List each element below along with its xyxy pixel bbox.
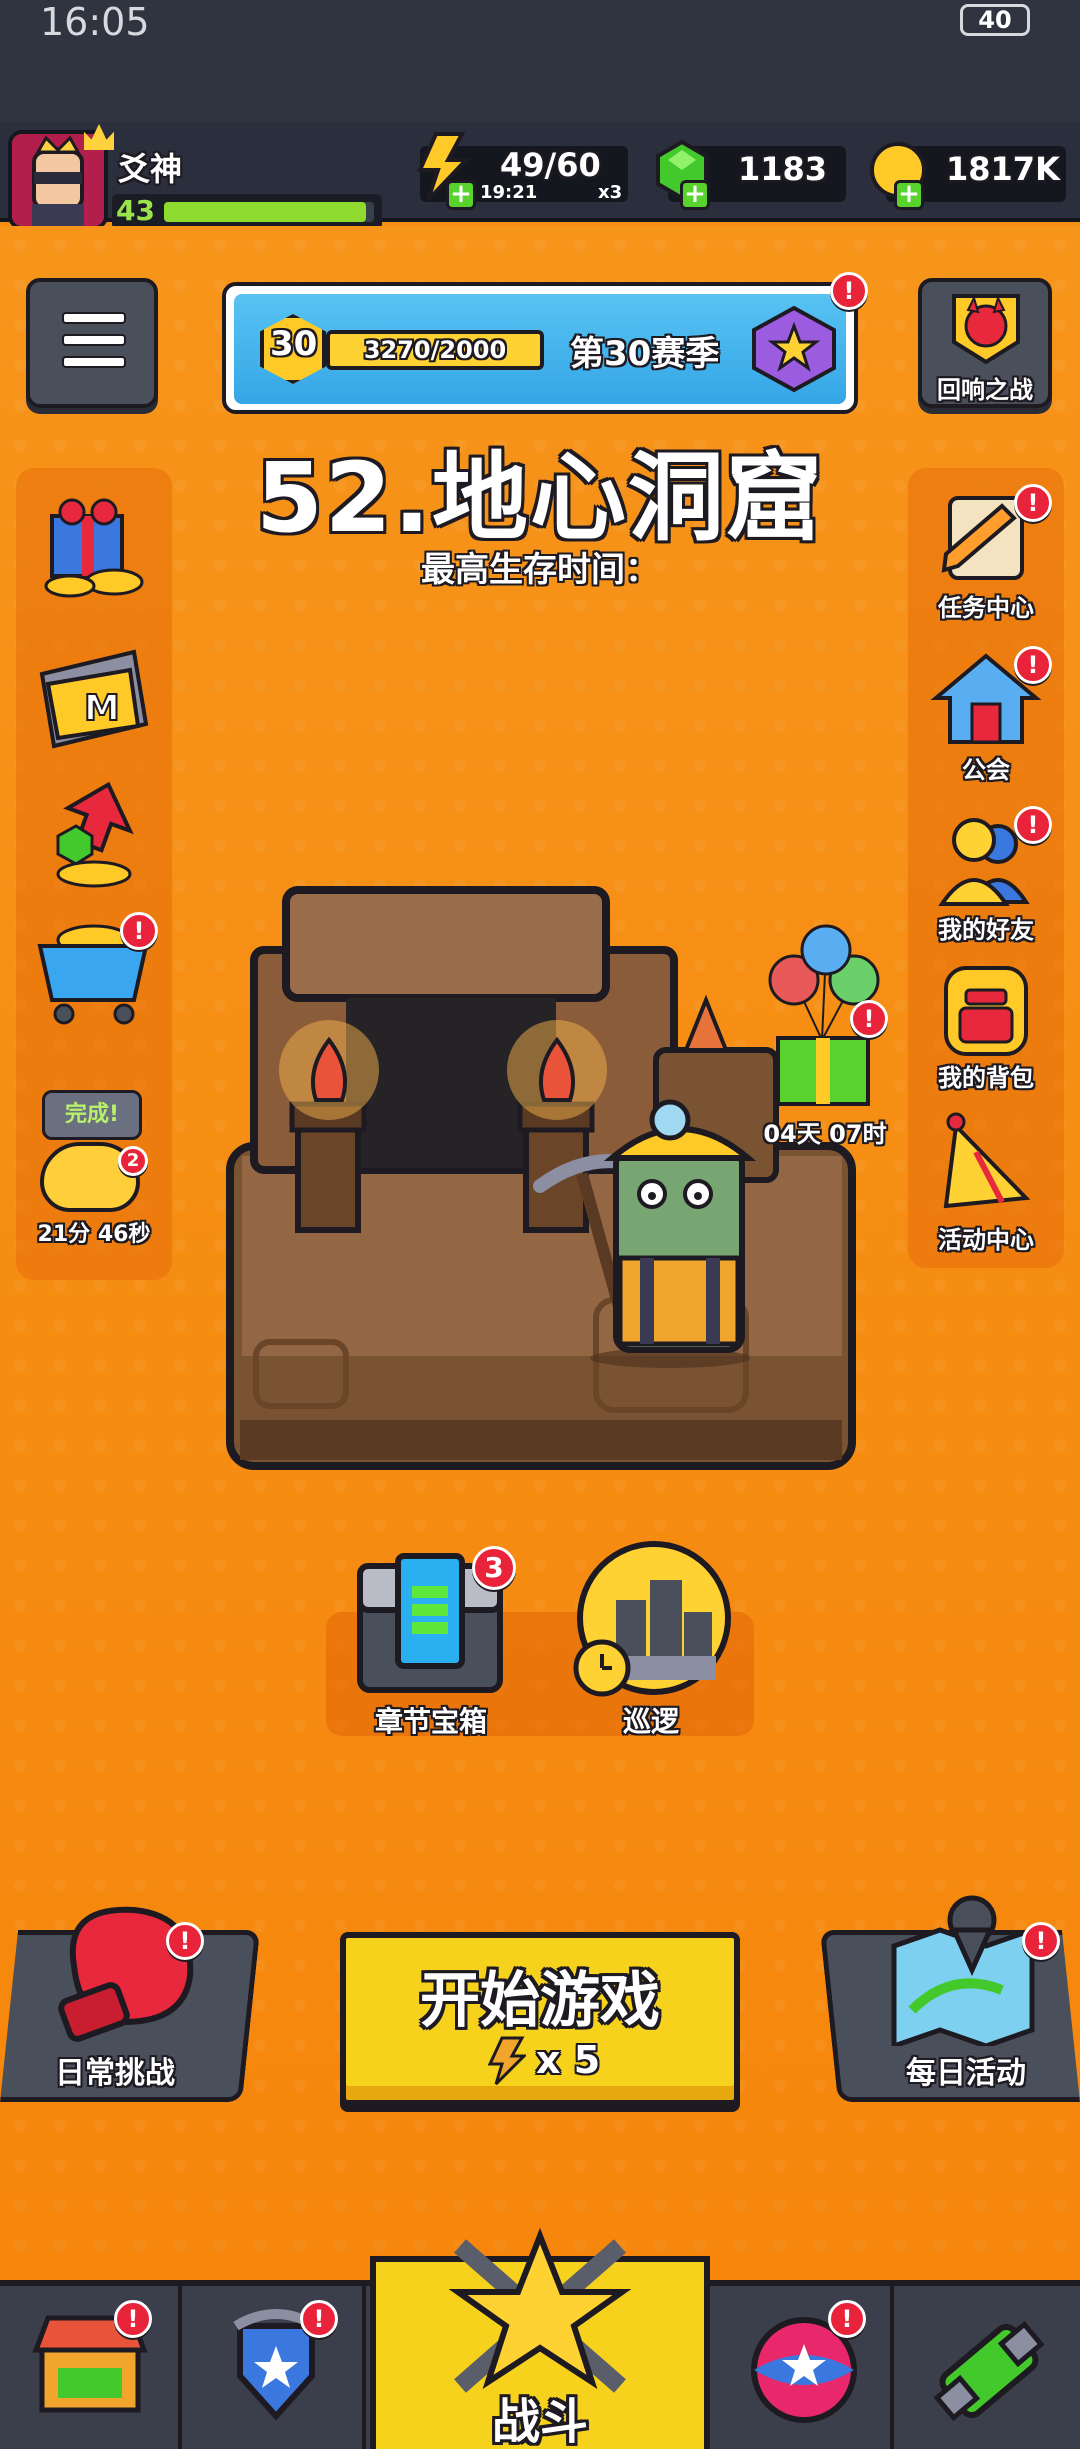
season-level: 30: [270, 324, 318, 364]
nav-gene-tab[interactable]: [898, 2286, 1080, 2449]
nav-shop-badge: !: [114, 2300, 152, 2338]
season-banner[interactable]: 30 3270/2000 第30赛季 !: [222, 272, 868, 414]
map-icon: [882, 1890, 1042, 2050]
backpack-button[interactable]: 我的背包: [926, 954, 1046, 1092]
nav-equipment-badge: !: [300, 2300, 338, 2338]
status-bar: 16:05 40: [0, 0, 1080, 122]
start-game-button[interactable]: 开始游戏 x 5: [340, 1932, 740, 2106]
start-game-cost: x 5: [536, 2038, 601, 2082]
season-rank-icon: [750, 304, 838, 394]
xp-bar: [164, 202, 374, 222]
chapter-chest-label: 章节宝箱: [374, 1705, 487, 1738]
season-alert-badge: !: [830, 272, 868, 310]
shop-cart-badge: !: [120, 912, 158, 950]
patrol-label: 巡逻: [622, 1705, 679, 1738]
boxing-glove-icon: [44, 1896, 204, 2046]
growth-fund-button[interactable]: [34, 774, 154, 894]
nav-battle-tab[interactable]: 战斗: [370, 2227, 710, 2449]
guild-badge: !: [1014, 646, 1052, 684]
add-gems-icon[interactable]: +: [680, 180, 710, 210]
balloon-gift-button[interactable]: ! 04天 07时: [750, 920, 900, 1150]
backpack-label: 我的背包: [938, 1064, 1034, 1092]
season-progress-text: 3270/2000: [363, 336, 507, 364]
crown-icon: [84, 124, 114, 150]
monthly-card-button[interactable]: M: [34, 640, 154, 760]
piggy-badge: 2: [118, 1146, 148, 1176]
event-center-button[interactable]: 活动中心: [926, 1106, 1046, 1254]
bottom-nav: ! ! 战斗 !: [0, 2227, 1080, 2449]
add-coins-icon[interactable]: +: [894, 180, 924, 210]
nav-talent-tab[interactable]: !: [714, 2286, 894, 2449]
start-lightning-icon: [486, 2036, 528, 2086]
gems-value: 1183: [738, 150, 828, 188]
energy-value: 49/60: [500, 146, 601, 184]
season-progress-bar: 3270/2000: [326, 330, 544, 370]
xp-bar-fill: [164, 202, 366, 222]
menu-icon: [62, 312, 126, 376]
start-game-label: 开始游戏: [420, 1966, 660, 2036]
piggy-bubble-text: 完成!: [64, 1102, 120, 1127]
echo-battle-button[interactable]: 回响之战: [918, 278, 1052, 408]
player-name: 爻神: [118, 150, 183, 188]
gene-capsule-icon: [933, 2320, 1045, 2422]
daily-activity-label: 每日活动: [906, 2056, 1026, 2091]
balloon-gift-badge: !: [850, 1000, 888, 1038]
gift-pack-button[interactable]: [34, 486, 154, 606]
quest-center-button[interactable]: 任务中心 !: [926, 484, 1052, 622]
nav-talent-badge: !: [828, 2300, 866, 2338]
quest-center-label: 任务中心: [938, 594, 1034, 622]
add-energy-icon[interactable]: +: [446, 180, 476, 210]
patrol-button[interactable]: 巡逻: [566, 1540, 736, 1738]
piggy-bubble: 完成!: [42, 1090, 142, 1140]
svg-text:M: M: [84, 688, 120, 729]
coins-value: 1817K: [946, 150, 1060, 188]
chapter-chest-button[interactable]: 3 章节宝箱: [346, 1546, 516, 1738]
status-time: 16:05: [40, 0, 150, 44]
player-level: 43: [116, 194, 155, 227]
energy-timer: 19:21: [480, 182, 538, 203]
daily-activity-button[interactable]: ! 每日活动: [819, 1895, 1080, 2102]
friends-button[interactable]: 我的好友 !: [926, 806, 1052, 944]
nav-equipment-tab[interactable]: !: [186, 2286, 366, 2449]
shop-cart-button[interactable]: !: [34, 908, 158, 1028]
demon-icon: [946, 290, 1026, 366]
echo-battle-label: 回响之战: [937, 376, 1033, 404]
battery-icon: 40: [960, 4, 1030, 36]
daily-activity-badge: !: [1022, 1922, 1060, 1960]
chapter-chest-count: 3: [472, 1546, 516, 1590]
battle-star-icon: [448, 2227, 632, 2393]
top-bar: 爻神 43 49/60 19:21 x3 + 1183 + 1817K +: [0, 122, 1080, 230]
daily-challenge-label: 日常挑战: [55, 2056, 175, 2091]
energy-multiplier: x3: [598, 182, 623, 203]
piggy-bank-button[interactable]: 完成! 2 21分 46秒: [34, 1090, 154, 1247]
battery-level: 40: [978, 6, 1012, 34]
season-title: 第30赛季: [570, 334, 720, 374]
guild-button[interactable]: 公会 !: [926, 646, 1052, 784]
nav-shop-tab[interactable]: !: [0, 2286, 182, 2449]
friends-badge: !: [1014, 806, 1052, 844]
daily-challenge-badge: !: [166, 1922, 204, 1960]
quest-center-badge: !: [1014, 484, 1052, 522]
friends-label: 我的好友: [938, 916, 1034, 944]
menu-button[interactable]: [26, 278, 158, 408]
daily-challenge-button[interactable]: ! 日常挑战: [0, 1906, 261, 2102]
gift-timer: 04天 07时: [763, 1120, 887, 1148]
level-panel: 43: [112, 194, 382, 230]
event-center-label: 活动中心: [938, 1226, 1034, 1254]
piggy-timer: 21分 46秒: [37, 1222, 151, 1247]
nav-battle-label: 战斗: [491, 2394, 588, 2449]
guild-label: 公会: [962, 756, 1010, 784]
